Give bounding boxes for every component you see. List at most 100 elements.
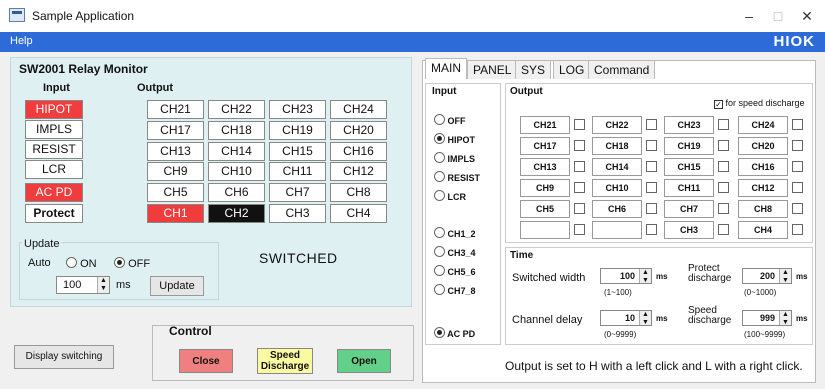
time-label: Time	[510, 250, 534, 261]
main-output-ch23[interactable]: CH23	[664, 116, 714, 134]
main-output-ch15-checkbox[interactable]	[718, 161, 729, 172]
menu-help[interactable]: Help	[10, 35, 33, 47]
radio-icon	[434, 246, 445, 257]
main-output-ch11-checkbox[interactable]	[718, 182, 729, 193]
main-output-ch22[interactable]: CH22	[592, 116, 642, 134]
radio-input-lcr[interactable]: LCR	[434, 190, 466, 202]
update-button[interactable]: Update	[150, 276, 204, 296]
main-output-ch1-checkbox[interactable]	[574, 224, 585, 235]
main-output-ch3-checkbox[interactable]	[718, 224, 729, 235]
speed-discharge-button[interactable]: Speed Discharge	[257, 348, 313, 374]
close-window-button[interactable]: ✕	[794, 6, 820, 26]
radio-update-on[interactable]: ON	[66, 257, 97, 270]
update-interval-stepper[interactable]: 100 ▲ ▼	[56, 276, 110, 294]
radio-input-impls[interactable]: IMPLS	[434, 152, 475, 164]
monitor-output-ch22: CH22	[208, 100, 265, 119]
main-output-ch4-checkbox[interactable]	[792, 224, 803, 235]
main-output-ch14[interactable]: CH14	[592, 158, 642, 176]
main-output-ch24-checkbox[interactable]	[792, 119, 803, 130]
radio-pair-ch3_4[interactable]: CH3_4	[434, 246, 476, 258]
tab-sys[interactable]: SYS	[515, 60, 552, 79]
speed-discharge-checkbox[interactable]: ✓ for speed discharge	[714, 98, 805, 109]
tab-panel[interactable]: PANEL	[467, 60, 518, 79]
spin-arrows-icon[interactable]: ▲ ▼	[97, 277, 109, 293]
main-output-ch9-checkbox[interactable]	[574, 182, 585, 193]
speed-discharge-label: Speed discharge	[688, 305, 732, 326]
main-output-ch23-checkbox[interactable]	[718, 119, 729, 130]
main-output-ch16[interactable]: CH16	[738, 158, 788, 176]
radio-input-off[interactable]: OFF	[434, 114, 466, 126]
monitor-input-ac-pd: AC PD	[25, 183, 83, 202]
main-output-group: Output ✓ for speed discharge CH21 CH22 CH2…	[505, 83, 813, 243]
main-output-ch17-checkbox[interactable]	[574, 140, 585, 151]
radio-pair-ch1_2[interactable]: CH1_2	[434, 227, 476, 239]
main-output-ch22-checkbox[interactable]	[646, 119, 657, 130]
monitor-input-resist: RESIST	[25, 140, 83, 159]
main-output-ch8[interactable]: CH8	[738, 200, 788, 218]
spin-arrows-icon[interactable]: ▲ ▼	[779, 311, 791, 326]
main-output-ch7-checkbox[interactable]	[718, 203, 729, 214]
main-output-ch8-checkbox[interactable]	[792, 203, 803, 214]
main-output-ch12-checkbox[interactable]	[792, 182, 803, 193]
radio-input-resist[interactable]: RESIST	[434, 171, 480, 183]
monitor-output-ch2: CH2	[208, 204, 265, 223]
main-output-ch20-checkbox[interactable]	[792, 140, 803, 151]
main-output-ch1[interactable]: CH1	[520, 221, 570, 239]
radio-pair-ch7_8[interactable]: CH7_8	[434, 284, 476, 296]
maximize-button[interactable]: □	[765, 6, 791, 26]
main-output-ch16-checkbox[interactable]	[792, 161, 803, 172]
main-output-ch2-checkbox[interactable]	[646, 224, 657, 235]
main-output-ch10[interactable]: CH10	[592, 179, 642, 197]
tab-command[interactable]: Command	[588, 60, 656, 79]
main-output-ch9[interactable]: CH9	[520, 179, 570, 197]
tab-log[interactable]: LOG	[553, 60, 591, 79]
main-output-ch17[interactable]: CH17	[520, 137, 570, 155]
channel-delay-stepper[interactable]: 10 ▲ ▼	[600, 310, 652, 326]
main-output-ch7[interactable]: CH7	[664, 200, 714, 218]
display-switching-button[interactable]: Display switching	[14, 345, 114, 369]
main-output-ch13[interactable]: CH13	[520, 158, 570, 176]
switched-width-stepper[interactable]: 100 ▲ ▼	[600, 268, 652, 284]
spin-arrows-icon[interactable]: ▲ ▼	[779, 269, 791, 284]
monitor-output-ch12: CH12	[330, 162, 387, 182]
main-output-ch5-checkbox[interactable]	[574, 203, 585, 214]
main-output-ch11[interactable]: CH11	[664, 179, 714, 197]
speed-discharge-unit: ms	[796, 314, 808, 323]
spin-arrows-icon[interactable]: ▲ ▼	[639, 269, 651, 284]
main-output-ch12[interactable]: CH12	[738, 179, 788, 197]
protect-discharge-stepper[interactable]: 200 ▲ ▼	[742, 268, 792, 284]
main-output-ch21[interactable]: CH21	[520, 116, 570, 134]
update-interval-unit: ms	[116, 279, 131, 291]
main-output-ch18[interactable]: CH18	[592, 137, 642, 155]
main-output-ch2[interactable]: CH2	[592, 221, 642, 239]
switched-width-range: (1~100)	[604, 288, 632, 297]
main-output-ch5[interactable]: CH5	[520, 200, 570, 218]
window-title: Sample Application	[32, 9, 135, 23]
main-output-ch14-checkbox[interactable]	[646, 161, 657, 172]
radio-input-hipot[interactable]: HIPOT	[434, 133, 475, 145]
main-output-ch20[interactable]: CH20	[738, 137, 788, 155]
main-output-ch24[interactable]: CH24	[738, 116, 788, 134]
tab-main[interactable]: MAIN	[425, 58, 467, 79]
radio-update-off[interactable]: OFF	[114, 257, 150, 270]
main-output-ch21-checkbox[interactable]	[574, 119, 585, 130]
main-output-ch19-checkbox[interactable]	[718, 140, 729, 151]
main-output-ch13-checkbox[interactable]	[574, 161, 585, 172]
radio-pair-ch5_6[interactable]: CH5_6	[434, 265, 476, 277]
spin-arrows-icon[interactable]: ▲ ▼	[639, 311, 651, 326]
main-output-ch15[interactable]: CH15	[664, 158, 714, 176]
main-output-ch10-checkbox[interactable]	[646, 182, 657, 193]
open-button[interactable]: Open	[337, 349, 391, 373]
speed-discharge-stepper[interactable]: 999 ▲ ▼	[742, 310, 792, 326]
main-output-ch18-checkbox[interactable]	[646, 140, 657, 151]
main-input-header: Input	[432, 86, 457, 97]
main-output-ch4[interactable]: CH4	[738, 221, 788, 239]
main-output-ch19[interactable]: CH19	[664, 137, 714, 155]
radio-ac-pd[interactable]: AC PD	[434, 327, 475, 339]
main-output-ch3[interactable]: CH3	[664, 221, 714, 239]
close-button[interactable]: Close	[179, 349, 233, 373]
radio-input-label: LCR	[447, 192, 467, 202]
main-output-ch6[interactable]: CH6	[592, 200, 642, 218]
main-output-ch6-checkbox[interactable]	[646, 203, 657, 214]
minimize-button[interactable]: –	[736, 6, 762, 26]
